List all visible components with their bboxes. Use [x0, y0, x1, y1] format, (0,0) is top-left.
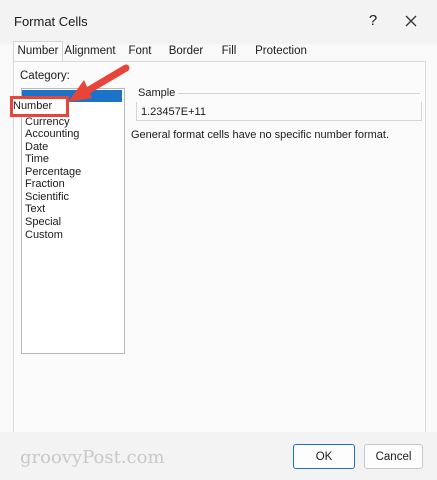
close-button[interactable] — [400, 10, 422, 32]
list-item-currency[interactable]: Currency — [25, 116, 70, 128]
ok-button[interactable]: OK — [293, 444, 355, 469]
close-icon — [405, 15, 417, 27]
sample-label: Sample — [138, 87, 176, 99]
title-bar: Format Cells ? — [0, 0, 437, 44]
list-item-date[interactable]: Date — [25, 141, 48, 153]
tab-protection[interactable]: Protection — [255, 42, 307, 60]
list-item-time[interactable]: Time — [25, 153, 49, 165]
category-listbox[interactable]: Currency Accounting Date Time Percentage… — [21, 88, 125, 354]
watermark: groovyPost.com — [20, 447, 165, 468]
tab-fill[interactable]: Fill — [219, 42, 239, 60]
list-item-accounting[interactable]: Accounting — [25, 128, 79, 140]
tab-alignment[interactable]: Alignment — [63, 42, 117, 60]
tab-border[interactable]: Border — [167, 42, 205, 60]
tab-font[interactable]: Font — [125, 42, 155, 60]
tab-number[interactable]: Number — [13, 41, 63, 62]
list-item-custom[interactable]: Custom — [25, 229, 63, 241]
dialog-title: Format Cells — [14, 14, 88, 29]
format-cells-dialog: Format Cells ? Number Alignment Font Bor… — [0, 0, 437, 480]
format-description: General format cells have no specific nu… — [131, 129, 390, 141]
list-item-percentage[interactable]: Percentage — [25, 166, 81, 178]
red-callout-arrow-icon — [68, 64, 130, 102]
list-item-special[interactable]: Special — [25, 216, 61, 228]
help-button[interactable]: ? — [362, 10, 384, 32]
list-item-fraction[interactable]: Fraction — [25, 178, 65, 190]
list-item-number[interactable]: Number — [13, 100, 52, 112]
sample-value: 1.23457E+11 — [141, 106, 206, 118]
list-item-text[interactable]: Text — [25, 203, 45, 215]
list-item-scientific[interactable]: Scientific — [25, 191, 69, 203]
cancel-button[interactable]: Cancel — [364, 444, 423, 469]
sample-group-line — [178, 93, 420, 94]
